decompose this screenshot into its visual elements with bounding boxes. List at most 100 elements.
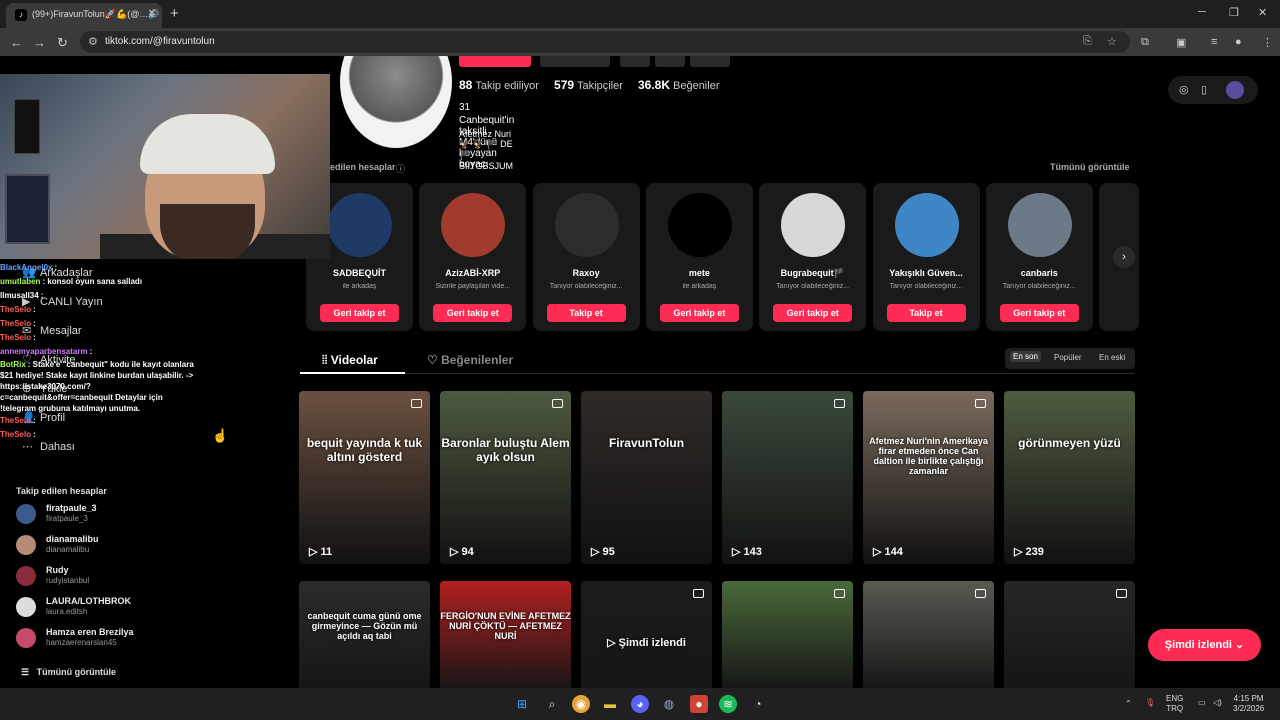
profile-avatar-icon[interactable]: ● [1235, 36, 1242, 48]
tab-videos[interactable]: ⦙⦙ Videolar [322, 353, 378, 368]
obs-icon[interactable]: ◔ [749, 695, 767, 713]
suggested-card[interactable]: canbaris Tanıyor olabileceğiniz... Geri ta… [985, 183, 1093, 331]
card-follow-button[interactable]: Geri takip et [433, 304, 513, 322]
new-tab-button[interactable]: + [170, 5, 179, 22]
network-icon[interactable]: ▭ [1198, 698, 1206, 707]
extensions-icon[interactable]: ⧉ [1141, 36, 1149, 49]
card-avatar[interactable] [328, 193, 392, 257]
following-label[interactable]: Takip ediliyor [475, 80, 539, 92]
card-name[interactable]: AzizABİ-XRP [419, 268, 526, 278]
card-follow-button[interactable]: Takip et [886, 304, 966, 322]
now-watching-button[interactable]: Şimdi izlendi ⌄ [1148, 629, 1261, 661]
app-icon[interactable]: ● [690, 695, 708, 713]
video-thumbnail[interactable] [863, 581, 994, 688]
video-thumbnail[interactable]: bequit yayında k tuk altını gösterd ▷ 11 [299, 391, 430, 564]
mic-icon[interactable]: 🎙 [1145, 698, 1155, 707]
suggested-card[interactable]: AzizABİ-XRP Sizinle paylaşılan vide... Ger… [419, 183, 527, 331]
video-thumbnail[interactable]: ▷ Şimdi izlendi [581, 581, 712, 688]
add-friend-button[interactable] [620, 56, 650, 67]
message-button[interactable] [540, 56, 610, 67]
following-account[interactable]: firatpaule_3 firatpaule_3 [16, 501, 276, 529]
card-name[interactable]: mete [646, 268, 753, 278]
video-thumbnail[interactable]: FiravunTolun ▷ 95 [581, 391, 712, 564]
following-account[interactable]: LAURA/LOTHBROK laura.editsh [16, 594, 276, 622]
card-follow-button[interactable]: Geri takip et [659, 304, 739, 322]
card-follow-button[interactable]: Geri takip et [999, 304, 1079, 322]
following-account[interactable]: dianamalibu dianamalibu [16, 532, 276, 560]
suggested-card[interactable]: Yakışıklı Güven... Tanıyor olabileceğiniz… [872, 183, 980, 331]
media-icon[interactable]: ≡ [1211, 36, 1217, 48]
card-name[interactable]: Bugrabequit🏴 [759, 268, 866, 279]
suggested-card[interactable]: Raxoy Tanıyor olabileceğiniz... Takip et [532, 183, 640, 331]
card-avatar[interactable] [1007, 193, 1072, 257]
video-thumbnail[interactable]: Afetmez Nuri'nin Amerikaya firar etmeden… [863, 391, 994, 564]
video-thumbnail[interactable]: ▷ 143 [722, 391, 853, 564]
video-thumbnail[interactable]: FERGİO'NUN EVİNE AFETMEZ NURİ ÇÖKTÜ — AF… [440, 581, 571, 688]
spotify-icon[interactable]: ≋ [719, 695, 737, 713]
suggested-card[interactable]: Bugrabequit🏴 Tanıyor olabileceğiniz... Ger… [759, 183, 867, 331]
reload-button[interactable]: ↻ [57, 35, 68, 51]
video-thumbnail[interactable]: görünmeyen yüzü ▷ 239 [1004, 391, 1135, 564]
steam-icon[interactable]: ◍ [660, 695, 678, 713]
card-avatar[interactable] [554, 193, 619, 257]
suggested-see-all-link[interactable]: Tümünü görüntüle [1050, 162, 1129, 172]
chrome-icon[interactable]: ◉ [572, 695, 590, 713]
following-account[interactable]: Rudy rudyistanbul [16, 563, 276, 591]
compass-icon[interactable]: ◎ [1179, 83, 1189, 96]
avatar[interactable] [16, 535, 36, 555]
menu-dots-icon[interactable]: ⋮ [1262, 36, 1273, 49]
card-avatar[interactable] [667, 193, 732, 257]
avatar[interactable] [16, 628, 36, 648]
suggested-card[interactable]: mete ile arkadaş Geri takip et [645, 183, 753, 331]
avatar[interactable] [16, 566, 36, 586]
card-name[interactable]: SADBEQUİT [306, 268, 413, 278]
following-count[interactable]: 88 [459, 78, 472, 92]
card-follow-button[interactable]: Geri takip et [773, 304, 853, 322]
video-thumbnail[interactable]: Baronlar buluştu Alem ayık olsun ▷ 94 [440, 391, 571, 564]
windows-start-icon[interactable]: ⊞ [513, 695, 531, 713]
followers-count[interactable]: 579 [554, 78, 574, 92]
chevron-right-icon[interactable]: › [1113, 246, 1135, 268]
following-see-all[interactable]: ☰ Tümünü görüntüle [21, 667, 116, 678]
minimize-button[interactable]: ─ [1198, 6, 1206, 18]
tray-chevron-icon[interactable]: ⌃ [1125, 699, 1132, 708]
avatar[interactable] [16, 504, 36, 524]
sidepanel-icon[interactable]: ▣ [1176, 36, 1186, 49]
address-bar[interactable]: ⚙ tiktok.com/@firavuntolun ⎘ ☆ [80, 31, 1130, 53]
video-thumbnail[interactable] [722, 581, 853, 688]
sort-popular[interactable]: Popüler [1054, 353, 1082, 362]
video-thumbnail[interactable] [1004, 581, 1135, 688]
sort-latest[interactable]: En son [1010, 351, 1041, 362]
language-indicator[interactable]: ENG TRQ [1166, 694, 1183, 714]
following-account[interactable]: Hamza eren Brezilya hamzaerenarslan45 [16, 625, 276, 653]
more-button[interactable] [690, 56, 730, 67]
clock[interactable]: 4:15 PM 3/2/2026 [1233, 694, 1264, 714]
card-name[interactable]: Raxoy [533, 268, 640, 278]
follow-back-button[interactable] [459, 56, 531, 67]
avatar[interactable] [16, 597, 36, 617]
phone-icon[interactable]: ▯ [1201, 83, 1207, 96]
search-icon[interactable]: ⌕ [543, 695, 561, 713]
site-info-icon[interactable]: ⚙ [88, 35, 98, 48]
share-button[interactable] [655, 56, 685, 67]
close-tab-icon[interactable]: ✕ [148, 8, 156, 19]
browser-tab[interactable]: ♪ (99+)FiravunTolun🚀💪(@…🔊 ✕ [6, 3, 162, 28]
close-window-button[interactable]: ✕ [1258, 6, 1267, 19]
tab-liked[interactable]: ♡ Beğenilenler [427, 353, 513, 367]
maximize-button[interactable]: ❐ [1229, 6, 1239, 19]
video-thumbnail[interactable]: canbequit cuma günü ome girmeyince — Göz… [299, 581, 430, 688]
user-avatar-icon[interactable] [1226, 81, 1244, 99]
card-avatar[interactable] [781, 193, 846, 257]
card-name[interactable]: canbaris [986, 268, 1093, 278]
card-follow-button[interactable]: Takip et [546, 304, 626, 322]
install-app-icon[interactable]: ⎘ [1083, 35, 1092, 48]
forward-button[interactable]: → [33, 35, 46, 50]
file-explorer-icon[interactable]: ▬ [601, 695, 619, 713]
info-icon[interactable]: ⓘ [396, 162, 405, 175]
card-avatar[interactable] [441, 193, 506, 257]
card-avatar[interactable] [894, 193, 959, 257]
volume-icon[interactable]: ◁) [1213, 698, 1222, 707]
card-follow-button[interactable]: Geri takip et [320, 304, 399, 322]
discord-icon[interactable]: ◕ [631, 695, 649, 713]
back-button[interactable]: ← [10, 35, 23, 50]
